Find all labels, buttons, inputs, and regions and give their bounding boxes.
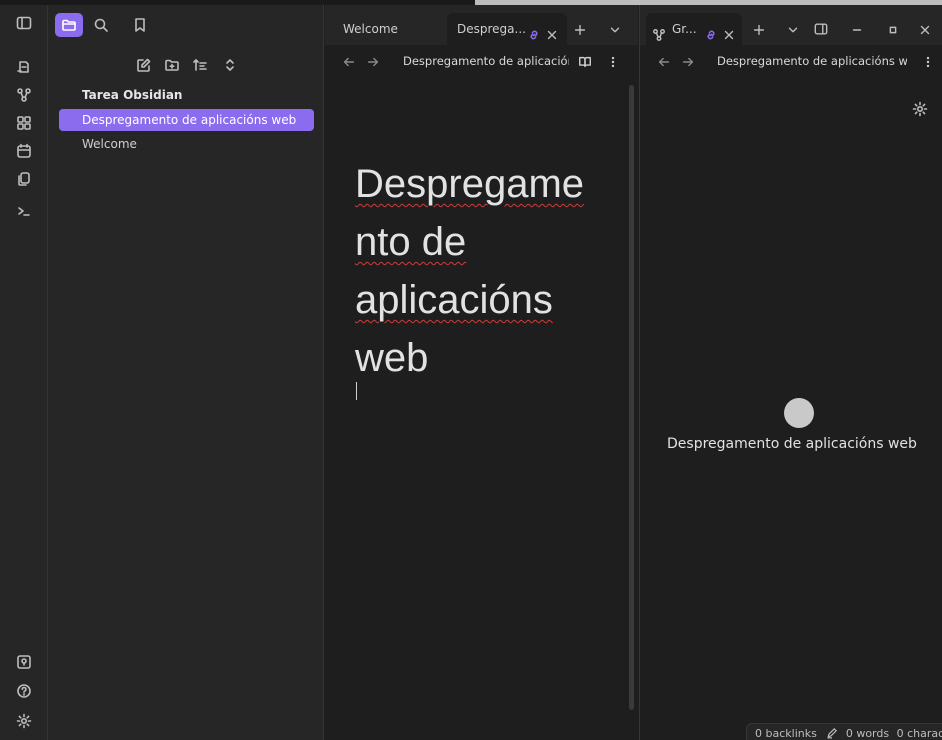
sidebar-tab-header (48, 5, 324, 45)
calendar-icon[interactable] (14, 141, 34, 161)
vault-name[interactable]: Tarea Obsidian (82, 88, 182, 102)
files-tab[interactable] (55, 13, 83, 37)
graph-settings-gear-icon[interactable] (912, 101, 928, 121)
graph-pane: Gr... Despregamento de aplicacións web D… (639, 5, 942, 740)
minimize-icon[interactable] (850, 22, 864, 41)
new-folder-icon[interactable] (162, 55, 182, 75)
back-arrow-icon[interactable] (341, 54, 357, 70)
close-window-icon[interactable] (918, 22, 932, 41)
sidebar-toggle-icon[interactable] (14, 13, 34, 33)
command-palette-icon[interactable] (14, 201, 34, 221)
vault-switcher-icon[interactable] (14, 652, 34, 672)
bookmark-icon[interactable] (130, 15, 150, 35)
reading-view-book-icon[interactable] (577, 54, 593, 70)
file-item-despregamento[interactable]: Despregamento de aplicacións web (59, 109, 314, 131)
backlinks-count[interactable]: 0 backlinks (755, 727, 817, 740)
tab-despregamento[interactable]: Desprega... (447, 13, 567, 45)
sort-icon[interactable] (190, 55, 210, 75)
breadcrumb[interactable]: Despregamento de aplicacións web (717, 54, 907, 68)
editor-scrollbar[interactable] (629, 85, 634, 710)
tab-label: Welcome (343, 22, 398, 36)
file-explorer-sidebar: Tarea Obsidian Despregamento de aplicaci… (48, 5, 324, 740)
canvas-icon[interactable] (14, 113, 34, 133)
templates-icon[interactable] (14, 169, 34, 189)
forward-arrow-icon[interactable] (680, 54, 696, 70)
graph-nav-bar: Despregamento de aplicacións web (640, 45, 942, 79)
editor-pane: Welcome Desprega... Despregamento de apl… (325, 5, 638, 740)
tab-graph[interactable]: Gr... (646, 13, 742, 45)
note-title-line: web (355, 336, 429, 380)
graph-tab-bar: Gr... (640, 5, 942, 45)
folder-icon (62, 19, 76, 31)
new-tab-plus-icon[interactable] (752, 22, 766, 41)
more-options-icon[interactable] (920, 54, 936, 70)
left-ribbon (0, 5, 48, 740)
right-sidebar-toggle-icon[interactable] (814, 21, 828, 40)
expand-collapse-icon[interactable] (220, 55, 240, 75)
file-explorer-toolbar (48, 53, 324, 77)
note-title-line: aplicacións (355, 278, 553, 322)
word-count: 0 words (845, 727, 890, 740)
pencil-icon[interactable] (826, 727, 842, 740)
tab-list-chevron-down-icon[interactable] (786, 22, 800, 41)
forward-arrow-icon[interactable] (365, 54, 381, 70)
quick-switcher-icon[interactable] (14, 57, 34, 77)
note-title-line: Despregame (355, 162, 585, 206)
tab-label: Gr... (672, 22, 697, 36)
graph-node-label: Despregamento de aplicacións web (667, 436, 917, 452)
graph-view-icon[interactable] (14, 85, 34, 105)
new-tab-plus-icon[interactable] (573, 22, 587, 41)
maximize-icon[interactable] (886, 22, 900, 41)
breadcrumb[interactable]: Despregamento de aplicacións web (403, 54, 569, 68)
back-arrow-icon[interactable] (656, 54, 672, 70)
status-bar: 0 backlinks 0 words 0 characters (746, 723, 942, 740)
file-item-welcome[interactable]: Welcome (59, 133, 314, 155)
tab-list-chevron-down-icon[interactable] (608, 22, 622, 41)
obsidian-app: Tarea Obsidian Despregamento de aplicaci… (0, 0, 942, 740)
editor-nav-bar: Despregamento de aplicacións web (325, 45, 638, 79)
search-icon[interactable] (91, 15, 111, 35)
settings-gear-icon[interactable] (14, 711, 34, 731)
editor-tab-bar: Welcome Desprega... (325, 5, 638, 45)
new-note-icon[interactable] (134, 55, 154, 75)
more-options-icon[interactable] (605, 54, 621, 70)
text-cursor (356, 382, 357, 400)
graph-node[interactable] (784, 398, 814, 428)
tab-label: Desprega... (457, 22, 526, 36)
tab-welcome[interactable]: Welcome (331, 13, 441, 45)
character-count: 0 characters (896, 727, 942, 740)
help-icon[interactable] (14, 681, 34, 701)
note-title[interactable]: Despregame nto de aplicacións web (355, 155, 615, 387)
note-title-line: nto de (355, 220, 467, 264)
